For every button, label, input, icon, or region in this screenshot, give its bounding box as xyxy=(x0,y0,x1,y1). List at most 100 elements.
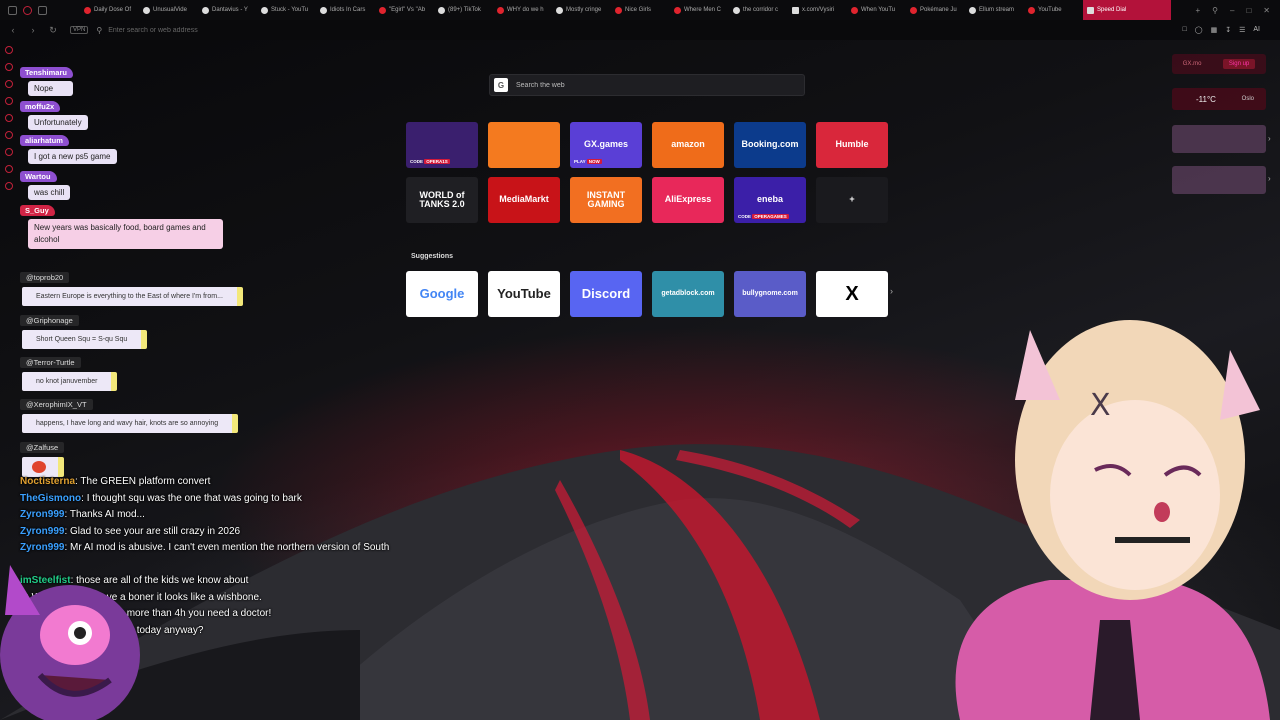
search-icon: ⚲ xyxy=(96,25,103,35)
promo-card-2[interactable] xyxy=(1172,166,1266,194)
sidebar-messenger-icon[interactable] xyxy=(5,97,13,105)
tab[interactable]: Ellum stream xyxy=(965,0,1024,20)
speed-dial-tile[interactable]: + xyxy=(816,177,888,223)
tile-label: bullygnome.com xyxy=(742,290,798,298)
tab[interactable]: (89+) TikTok xyxy=(434,0,493,20)
download-icon[interactable]: ↧ xyxy=(1225,26,1231,34)
tab[interactable]: Idiots In Cars xyxy=(316,0,375,20)
opera-logo-icon[interactable] xyxy=(23,5,32,15)
vpn-badge[interactable]: VPN xyxy=(70,26,89,34)
close-button[interactable]: ✕ xyxy=(1263,6,1270,15)
sidebar-history-icon[interactable] xyxy=(5,148,13,156)
login-link[interactable]: GX.mo xyxy=(1183,61,1202,67)
back-icon[interactable]: ‹ xyxy=(6,25,20,35)
search-input[interactable] xyxy=(516,81,796,89)
tab-menu-icon[interactable] xyxy=(38,5,47,15)
maximize-button[interactable]: □ xyxy=(1246,6,1251,15)
tab[interactable]: Dantavius - Y xyxy=(198,0,257,20)
signup-button[interactable]: Sign up xyxy=(1222,59,1256,69)
ai-button[interactable]: AI xyxy=(1253,26,1260,34)
speed-dial-tile[interactable]: amazon xyxy=(652,122,724,168)
snapshot-icon[interactable]: □ xyxy=(1183,26,1187,34)
tab[interactable]: Stuck - YouTu xyxy=(257,0,316,20)
suggestion-tile[interactable]: Google xyxy=(406,271,478,317)
wallet-icon[interactable]: ▦ xyxy=(1211,26,1218,34)
tab[interactable]: the corridor c xyxy=(729,0,788,20)
tab[interactable]: Pokémane Ju xyxy=(906,0,965,20)
tab[interactable]: UnusualVide xyxy=(139,0,198,20)
speed-dial-tile[interactable]: Humble xyxy=(816,122,888,168)
sidebar-youtube-icon[interactable] xyxy=(5,131,13,139)
tab-label: UnusualVide xyxy=(153,7,187,13)
tile-label: GX.games xyxy=(583,139,629,150)
promo-code: NOW xyxy=(586,159,602,164)
speed-dial-search[interactable]: G xyxy=(489,74,805,96)
workspace-icon[interactable] xyxy=(8,5,17,15)
tab[interactable]: YouTube xyxy=(1024,0,1083,20)
minimize-button[interactable]: – xyxy=(1230,6,1234,15)
speed-dial-tile[interactable]: AliExpress xyxy=(652,177,724,223)
chat-text: The GREEN platform convert xyxy=(80,476,211,487)
search-tabs-icon[interactable]: ⚲ xyxy=(1212,6,1218,15)
chat-message: Tenshimaru Nope xyxy=(20,62,73,96)
tile-label: YouTube xyxy=(497,286,551,302)
tab[interactable]: WHY do we h xyxy=(493,0,552,20)
chat-text: I got a new ps5 game xyxy=(28,149,117,164)
weather-city: Oslo xyxy=(1241,96,1254,102)
sidebar-x-icon[interactable] xyxy=(5,114,13,122)
tab-label: Nice Girls xyxy=(625,7,652,13)
speed-dial-tile[interactable] xyxy=(488,122,560,168)
address-input[interactable] xyxy=(108,26,509,34)
suggestion-tile[interactable]: getadblock.com xyxy=(652,271,724,317)
chevron-right-icon[interactable]: › xyxy=(1268,174,1271,183)
weather-widget[interactable]: -11°C Oslo xyxy=(1172,88,1266,110)
tab[interactable]: x.com/Vysiri xyxy=(788,0,847,20)
suggestion-tile[interactable]: X xyxy=(816,271,888,317)
tab-strip: Daily Dose Of UnusualVide Dantavius - Y Stu… xyxy=(0,0,1280,20)
tab[interactable]: Mostly cringe xyxy=(552,0,611,20)
suggestion-tile[interactable]: bullygnome.com xyxy=(734,271,806,317)
sidebar xyxy=(0,40,18,250)
page-icon xyxy=(320,6,327,14)
youtube-icon xyxy=(1028,6,1035,14)
speed-dial-tile[interactable]: WORLD of TANKS 2.0 xyxy=(406,177,478,223)
sidebar-twitch-icon[interactable] xyxy=(5,63,13,71)
tab[interactable]: When YouTu xyxy=(847,0,906,20)
promo-card-1[interactable] xyxy=(1172,125,1266,153)
add-tab-button[interactable]: + xyxy=(1195,6,1200,15)
suggestion-tile[interactable]: YouTube xyxy=(488,271,560,317)
page-icon xyxy=(261,6,268,14)
tab-label: x.com/Vysiri xyxy=(802,7,835,13)
tab-label: "Egirl" Vs "Ab xyxy=(389,7,426,13)
tab[interactable]: "Egirl" Vs "Ab xyxy=(375,0,434,20)
forward-icon[interactable]: › xyxy=(26,25,40,35)
tab[interactable]: Daily Dose Of xyxy=(80,0,139,20)
sidebar-bookmarks-icon[interactable] xyxy=(5,165,13,173)
speed-dial-tile[interactable]: eneba CODE OPERAGAMES xyxy=(734,177,806,223)
easy-setup-icon[interactable]: ☰ xyxy=(1239,26,1245,34)
chevron-right-icon[interactable]: › xyxy=(890,286,893,296)
youtube-icon xyxy=(674,6,681,14)
tab[interactable]: Nice Girls xyxy=(611,0,670,20)
tab-label: (89+) TikTok xyxy=(448,7,481,13)
tab-speed-dial[interactable]: Speed Dial xyxy=(1083,0,1171,20)
chevron-right-icon[interactable]: › xyxy=(1268,134,1271,143)
speed-dial-tile[interactable]: CODE OPERA1S xyxy=(406,122,478,168)
youtube-icon xyxy=(379,6,386,14)
promo-code: OPERAGAMES xyxy=(752,214,789,219)
window-controls: + ⚲ – □ ✕ xyxy=(1195,6,1280,15)
page-icon xyxy=(733,6,740,14)
tab[interactable]: Where Men C xyxy=(670,0,729,20)
sidebar-discord-icon[interactable] xyxy=(5,80,13,88)
speed-dial-tile[interactable]: MediaMarkt xyxy=(488,177,560,223)
page-icon xyxy=(556,6,563,14)
speed-dial-tile[interactable]: GX.games PLAY NOW xyxy=(570,122,642,168)
speed-dial-tile[interactable]: Booking.com xyxy=(734,122,806,168)
reload-icon[interactable]: ↻ xyxy=(46,25,60,36)
sidebar-settings-icon[interactable] xyxy=(5,182,13,190)
extensions-icon[interactable]: ◯ xyxy=(1195,26,1203,34)
suggestion-tile[interactable]: Discord xyxy=(570,271,642,317)
sidebar-gx-control-icon[interactable] xyxy=(5,46,13,54)
speed-dial-tile[interactable]: INSTANT GAMING xyxy=(570,177,642,223)
chat-text: Nope xyxy=(28,81,73,96)
